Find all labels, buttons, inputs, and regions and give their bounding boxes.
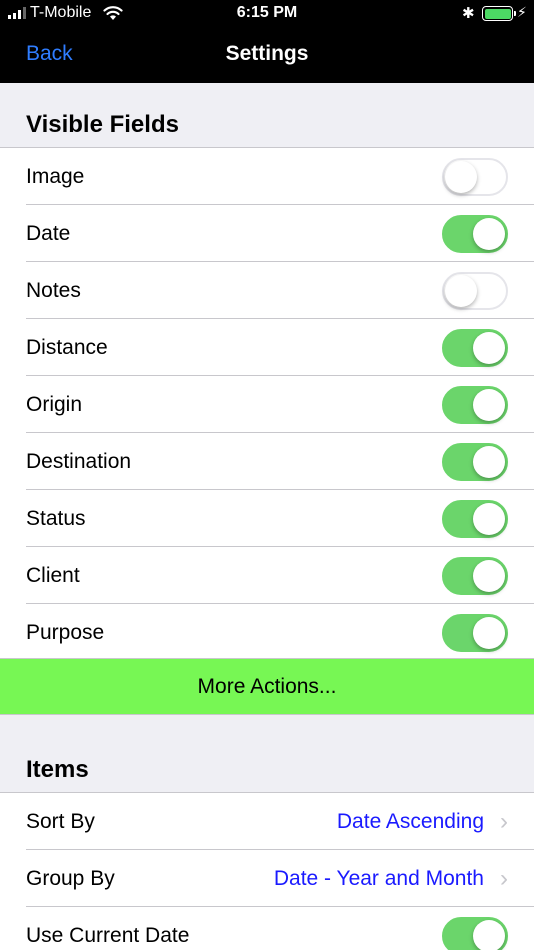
list-item-purpose: Purpose xyxy=(0,604,534,661)
use-current-date-toggle[interactable] xyxy=(442,917,508,950)
bluetooth-icon: ✱ xyxy=(462,5,475,22)
items-list: Sort By Date Ascending › Group By Date -… xyxy=(0,792,534,950)
charging-bolt-icon: ⚡ xyxy=(517,4,527,20)
row-label: Image xyxy=(26,164,85,188)
row-label: Sort By xyxy=(26,809,95,833)
more-actions-button[interactable]: More Actions... xyxy=(0,658,534,715)
client-toggle[interactable] xyxy=(442,557,508,595)
date-toggle[interactable] xyxy=(442,215,508,253)
clock: 6:15 PM xyxy=(236,4,298,21)
row-label: Use Current Date xyxy=(26,923,190,947)
notes-toggle[interactable] xyxy=(442,272,508,310)
row-label: Distance xyxy=(26,335,108,359)
status-toggle[interactable] xyxy=(442,500,508,538)
row-label: Purpose xyxy=(26,620,105,644)
visible-fields-list: Image Date Notes Distance Origin Destina… xyxy=(0,147,534,661)
row-label: Origin xyxy=(26,392,83,416)
row-label: Date xyxy=(26,221,71,245)
distance-toggle[interactable] xyxy=(442,329,508,367)
image-toggle[interactable] xyxy=(442,158,508,196)
destination-toggle[interactable] xyxy=(442,443,508,481)
chevron-right-icon: › xyxy=(500,807,508,835)
top-bar: T-Mobile 6:15 PM ✱ ⚡ Back Settings xyxy=(0,0,534,83)
purpose-toggle[interactable] xyxy=(442,614,508,652)
row-label: Client xyxy=(26,563,80,587)
list-item-client: Client xyxy=(0,547,534,604)
list-item-notes: Notes xyxy=(0,262,534,319)
row-label: Group By xyxy=(26,866,115,890)
battery-icon xyxy=(482,6,516,21)
group-by-value: Date - Year and Month xyxy=(273,866,484,890)
row-label: Notes xyxy=(26,278,81,302)
section-header-visible-fields: Visible Fields xyxy=(26,111,179,138)
list-item-origin: Origin xyxy=(0,376,534,433)
row-label: Status xyxy=(26,506,86,530)
list-item-destination: Destination xyxy=(0,433,534,490)
origin-toggle[interactable] xyxy=(442,386,508,424)
list-item-date: Date xyxy=(0,205,534,262)
status-bar: T-Mobile 6:15 PM ✱ ⚡ xyxy=(0,0,534,28)
chevron-right-icon: › xyxy=(500,864,508,892)
list-item-image: Image xyxy=(0,148,534,205)
group-by-row[interactable]: Group By Date - Year and Month › xyxy=(0,850,534,907)
sort-by-value: Date Ascending xyxy=(336,809,484,833)
sort-by-row[interactable]: Sort By Date Ascending › xyxy=(0,793,534,850)
section-header-items: Items xyxy=(26,756,89,783)
list-item-distance: Distance xyxy=(0,319,534,376)
row-label: Destination xyxy=(26,449,132,473)
page-title: Settings xyxy=(225,42,309,65)
use-current-date-row: Use Current Date xyxy=(0,907,534,950)
list-item-status: Status xyxy=(0,490,534,547)
